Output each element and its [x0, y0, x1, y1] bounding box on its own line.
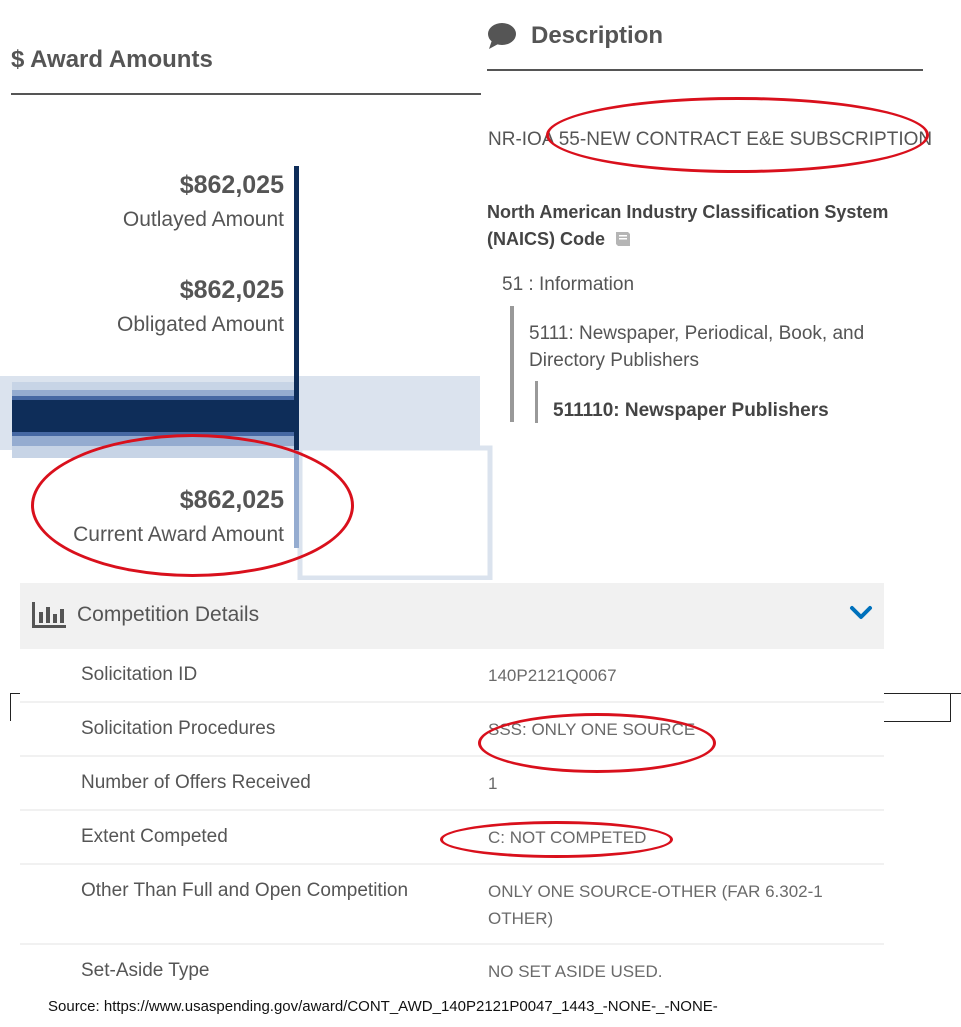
award-amounts-rule — [11, 93, 481, 95]
description-rule — [487, 69, 923, 71]
obligated-amount-value: $862,025 — [179, 276, 284, 304]
outlayed-amount-value: $862,025 — [179, 171, 284, 199]
row-label: Set-Aside Type — [81, 960, 210, 981]
row-value: 140P2121Q0067 — [488, 666, 617, 685]
outlayed-amount-label: Outlayed Amount — [122, 208, 284, 231]
annotation-oval-solicitation-procedures — [478, 713, 716, 773]
competition-row: Solicitation ID 140P2121Q0067 — [20, 647, 884, 701]
bar-chart-icon — [32, 602, 66, 633]
naics-level-2: 5111: Newspaper, Periodical, Book, and D… — [529, 320, 909, 374]
outlayed-line — [294, 166, 299, 452]
naics-title: North American Industry Classification S… — [487, 199, 917, 255]
row-label: Solicitation Procedures — [81, 718, 276, 739]
row-value: NO SET ASIDE USED. — [488, 962, 663, 981]
description-title: Description — [531, 22, 664, 49]
row-label: Solicitation ID — [81, 664, 198, 685]
naics-title-line2: (NAICS) Code — [487, 229, 605, 249]
row-label: Other Than Full and Open Competition — [81, 880, 409, 901]
competition-details-panel: Competition Details Solicitation ID 140P… — [20, 583, 884, 987]
source-caption: Source: https://www.usaspending.gov/awar… — [48, 998, 718, 1015]
annotation-oval-extent-competed — [440, 821, 673, 858]
competition-row: Other Than Full and Open Competition ONL… — [20, 863, 884, 943]
row-label: Extent Competed — [81, 826, 228, 847]
naics-level-2-line1: 5111: Newspaper, Periodical, Book, and — [529, 323, 865, 344]
competition-row: Solicitation Procedures SSS: ONLY ONE SO… — [20, 701, 884, 755]
annotation-oval-description — [546, 97, 929, 173]
competition-details-title: Competition Details — [77, 603, 260, 626]
award-amounts-title: $ Award Amounts — [11, 46, 213, 73]
naics-level-2-line2: Directory Publishers — [529, 350, 699, 371]
award-bar-dark — [12, 400, 299, 432]
chevron-down-icon[interactable] — [849, 605, 873, 626]
obligated-amount-label: Obligated Amount — [117, 313, 284, 336]
frame-line-left-top — [10, 693, 20, 694]
speech-bubble-icon — [487, 22, 517, 55]
naics-tree-line-2 — [535, 381, 538, 423]
competition-details-header[interactable]: Competition Details — [20, 583, 884, 647]
annotation-oval-current-amount — [31, 434, 354, 577]
book-icon[interactable] — [614, 228, 632, 255]
frame-line-right-bottom — [884, 721, 950, 722]
row-value: 1 — [488, 774, 498, 793]
naics-tree-line-1 — [510, 306, 514, 422]
naics-title-line2-wrap: (NAICS) Code — [487, 226, 917, 255]
frame-line-right-side — [950, 693, 951, 722]
row-value: ONLY ONE SOURCE-OTHER (FAR 6.302-1 OTHER… — [488, 882, 823, 928]
competition-row: Set-Aside Type NO SET ASIDE USED. — [20, 943, 884, 989]
frame-line-left-side — [10, 693, 11, 721]
competition-row: Number of Offers Received 1 — [20, 755, 884, 809]
naics-level-3: 511110: Newspaper Publishers — [553, 400, 829, 421]
row-label: Number of Offers Received — [81, 772, 311, 793]
naics-level-1: 51 : Information — [502, 274, 635, 295]
naics-title-line1: North American Industry Classification S… — [487, 202, 889, 222]
